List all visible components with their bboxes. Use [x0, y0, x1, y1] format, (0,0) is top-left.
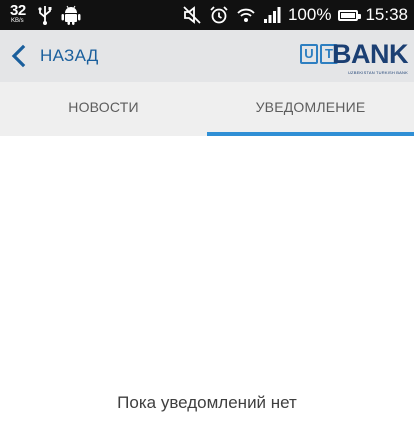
tab-news-indicator — [0, 132, 207, 136]
back-button[interactable]: НАЗАД — [6, 41, 99, 71]
logo-wordmark: BANK — [332, 39, 409, 69]
battery-percent: 100% — [287, 5, 332, 24]
signal-icon — [263, 7, 281, 23]
status-bar: 32 KB/s 100% 15:38 — [0, 0, 414, 30]
chevron-left-icon — [11, 44, 26, 68]
app-bar: НАЗАД U T BANK UZBEKISTAN TURKISH BANK — [0, 30, 414, 82]
wifi-icon — [237, 8, 255, 22]
clock: 15:38 — [365, 5, 408, 24]
tab-news[interactable]: НОВОСТИ — [0, 82, 207, 136]
network-speed-unit: KB/s — [11, 18, 24, 24]
tab-notifications-label: УВЕДОМЛЕНИЕ — [255, 99, 366, 115]
tab-news-label: НОВОСТИ — [68, 99, 139, 115]
tab-notifications-indicator — [207, 132, 414, 136]
battery-icon — [338, 9, 362, 21]
android-icon — [61, 5, 81, 25]
empty-state-message: Пока уведомлений нет — [117, 393, 297, 412]
logo-tagline: UZBEKISTAN TURKISH BANK — [347, 70, 408, 75]
tab-notifications[interactable]: УВЕДОМЛЕНИЕ — [207, 82, 414, 136]
network-speed-value: 32 — [10, 2, 26, 19]
usb-icon — [38, 6, 52, 25]
tab-bar: НОВОСТИ УВЕДОМЛЕНИЕ — [0, 82, 414, 136]
back-label: НАЗАД — [40, 46, 99, 65]
battery-fill — [341, 12, 356, 18]
status-bar-right: 100% 15:38 — [182, 4, 408, 26]
status-bar-left: 32 KB/s — [10, 2, 82, 26]
alarm-icon — [210, 6, 228, 24]
mute-icon — [183, 6, 201, 24]
network-speed: 32 KB/s — [10, 2, 30, 26]
utbank-logo: U T BANK UZBEKISTAN TURKISH BANK — [300, 39, 409, 75]
logo-letter-u: U — [300, 44, 318, 64]
